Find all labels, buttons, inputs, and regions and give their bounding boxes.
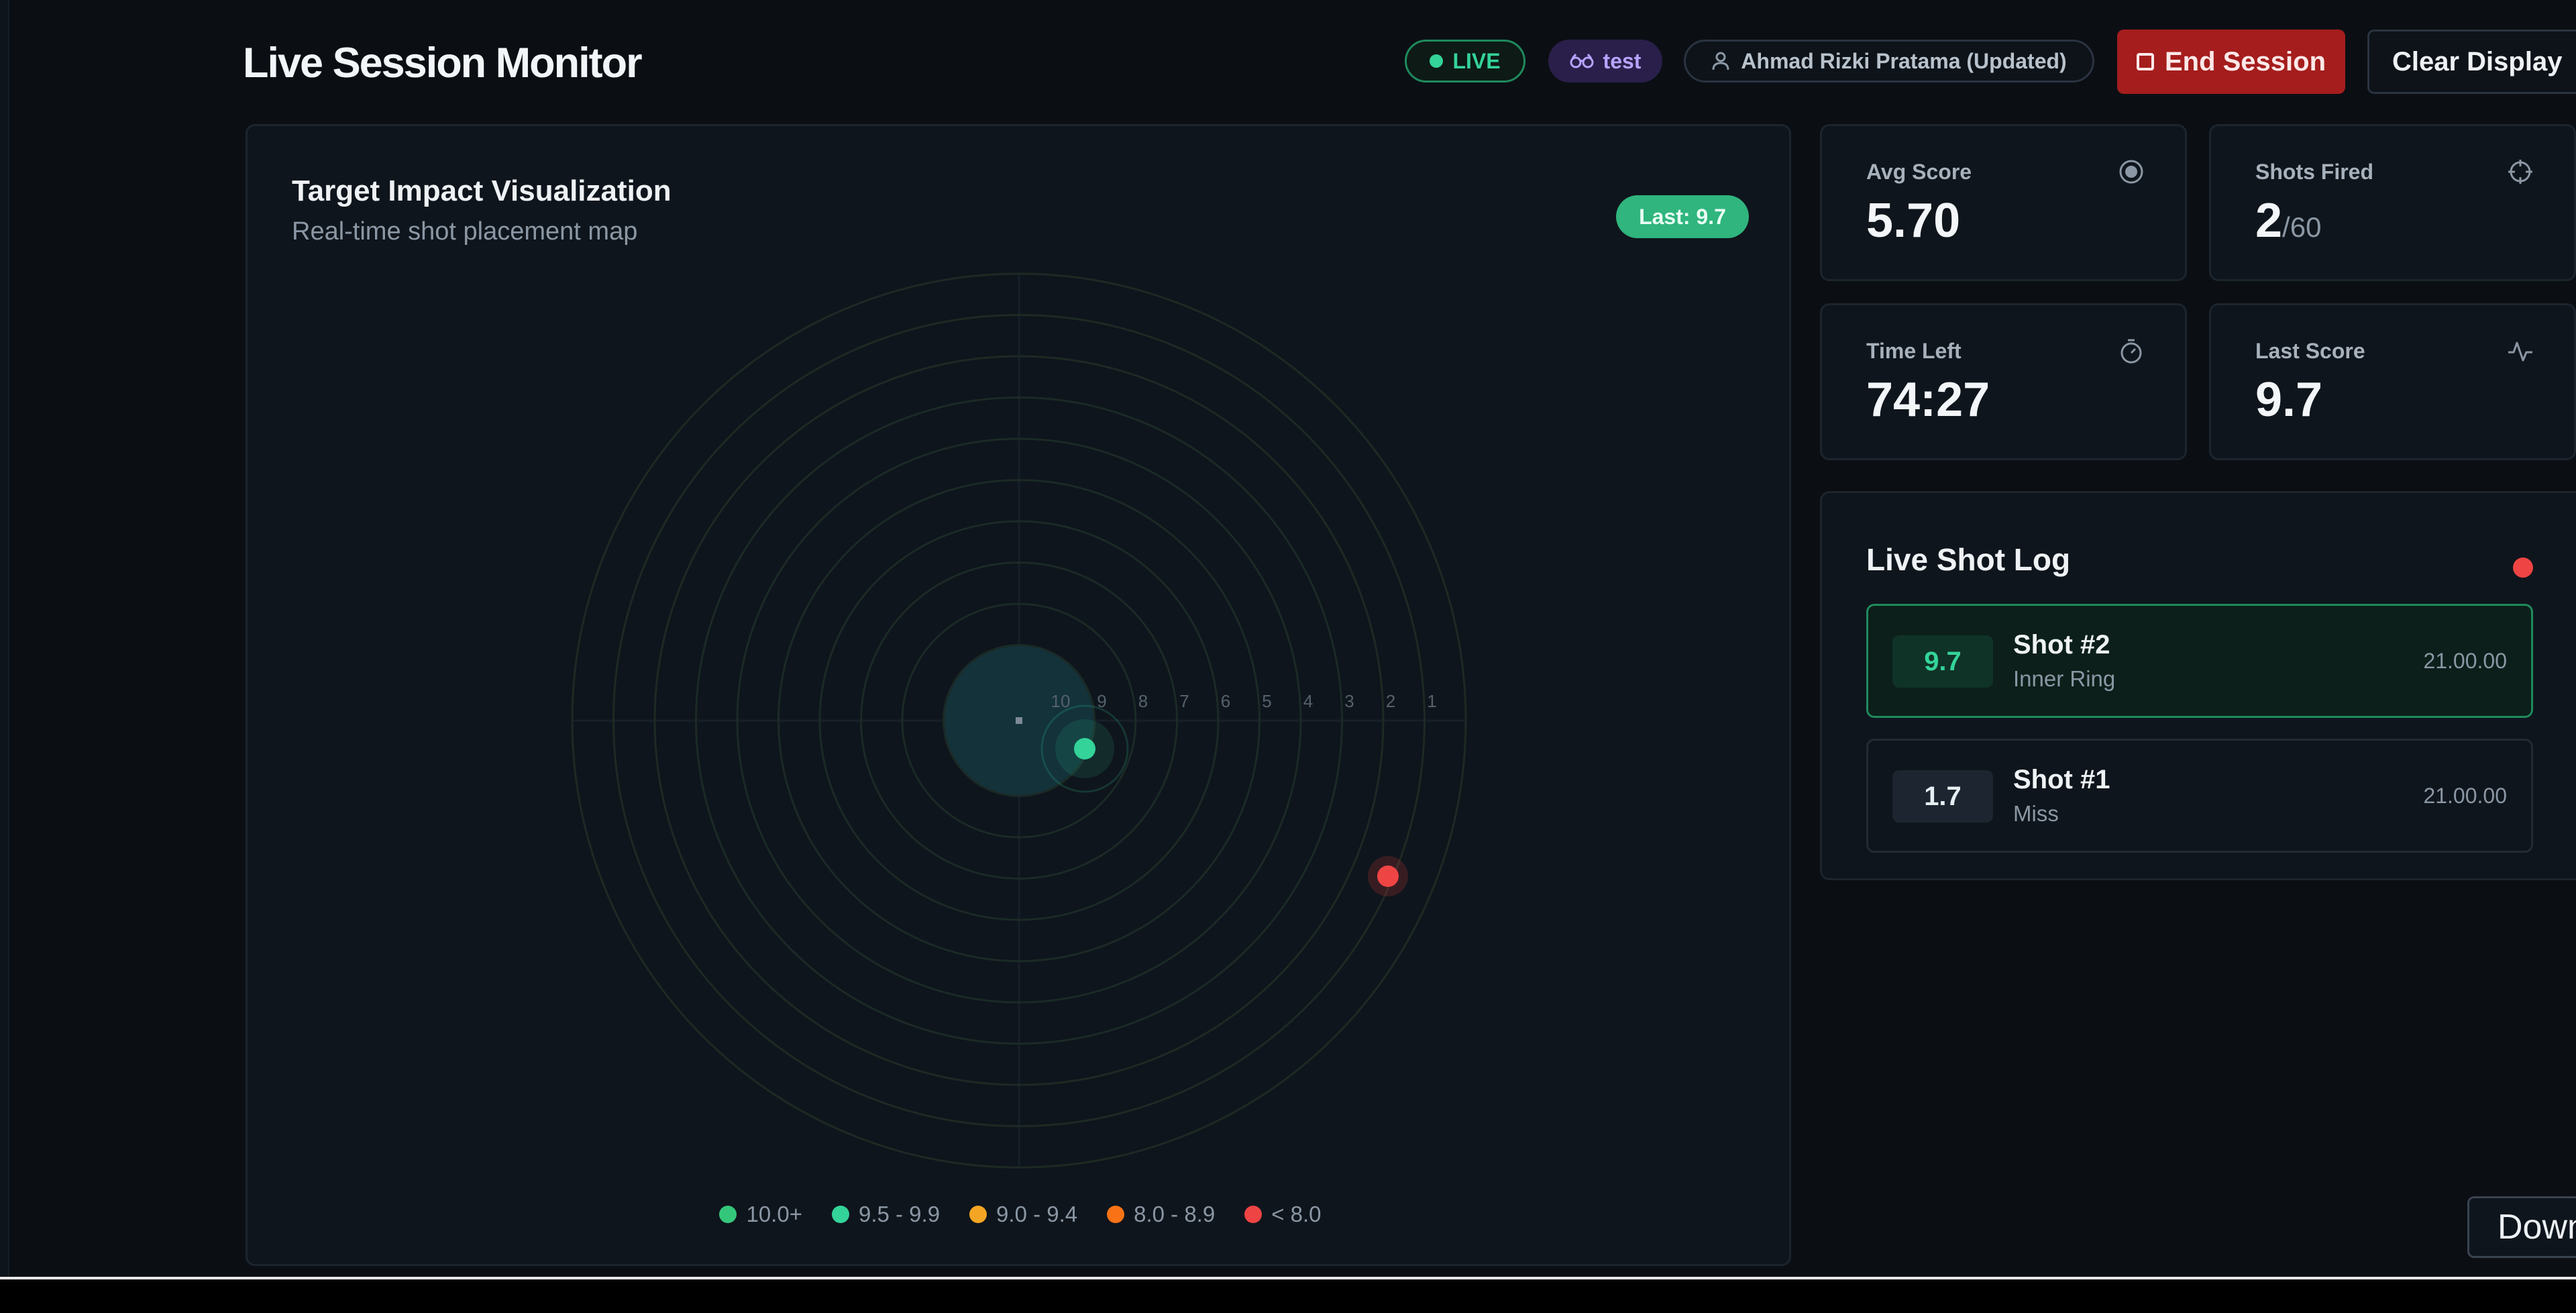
legend-label: 10.0+ xyxy=(746,1202,802,1226)
legend-swatch xyxy=(831,1206,849,1223)
legend-label: < 8.0 xyxy=(1271,1202,1322,1226)
legend-swatch xyxy=(1107,1206,1125,1223)
target-center-marker xyxy=(1016,717,1022,724)
shot-marker[interactable] xyxy=(1377,865,1399,887)
end-session-button[interactable]: End Session xyxy=(2117,30,2345,94)
shot-time: 21.00.00 xyxy=(2423,649,2507,673)
ring-label: 7 xyxy=(1179,691,1189,711)
score-legend: 10.0+ 9.5 - 9.9 9.0 - 9.4 8.0 - 8.9 < 8.0 xyxy=(248,1202,1793,1227)
stop-icon xyxy=(2136,53,2154,70)
target-visualization-card: Target Impact Visualization Real-time sh… xyxy=(246,124,1791,1266)
shots-fired-value: 2/60 xyxy=(2255,193,2321,248)
legend-item: 9.5 - 9.9 xyxy=(831,1202,941,1227)
shot-ring: Miss xyxy=(2013,801,2059,826)
download-button[interactable]: Down xyxy=(2467,1196,2576,1258)
shot-score: 1.7 xyxy=(1892,770,1993,823)
ring-label: 2 xyxy=(1386,691,1395,711)
live-label: LIVE xyxy=(1452,48,1501,73)
last-score-card: Last Score 9.7 xyxy=(2209,303,2576,460)
page-title: Live Session Monitor xyxy=(243,40,643,87)
last-score-label: Last Score xyxy=(2255,339,2365,363)
legend-label: 9.0 - 9.4 xyxy=(996,1202,1078,1226)
time-left-value: 74:27 xyxy=(1866,373,1990,427)
ring-label: 4 xyxy=(1303,691,1313,711)
ring-label: 6 xyxy=(1221,691,1230,711)
user-badge[interactable]: Ahmad Rizki Pratama (Updated) xyxy=(1684,40,2094,83)
taskbar-strip xyxy=(0,1277,2576,1313)
legend-item: 9.0 - 9.4 xyxy=(969,1202,1077,1227)
shot-log-title: Live Shot Log xyxy=(1866,542,2071,577)
live-shot-log-card: Live Shot Log 9.7 Shot #2 Inner Ring 21.… xyxy=(1820,491,2576,880)
ring-label: 5 xyxy=(1262,691,1271,711)
download-label: Down xyxy=(2498,1208,2576,1247)
stopwatch-icon xyxy=(2121,339,2142,364)
app-window: Live Session Monitor LIVE test Ahmad Riz… xyxy=(0,0,2576,1277)
target-rings xyxy=(571,272,1467,1169)
target-canvas: 10 9 8 7 6 5 4 3 2 1 xyxy=(571,272,1467,1169)
glasses-icon xyxy=(1570,54,1594,68)
avg-score-value: 5.70 xyxy=(1866,194,1961,248)
target-ring-labels: 10 9 8 7 6 5 4 3 2 1 xyxy=(1051,691,1437,711)
legend-swatch xyxy=(719,1206,737,1223)
shot-name: Shot #1 xyxy=(2013,765,2110,794)
clear-display-label: Clear Display xyxy=(2392,46,2563,76)
legend-item: < 8.0 xyxy=(1244,1202,1322,1227)
shot-name: Shot #2 xyxy=(2013,630,2110,660)
shots-fired-card: Shots Fired 2/60 xyxy=(2209,124,2576,281)
recording-indicator-icon xyxy=(2513,558,2533,578)
shot-marker[interactable] xyxy=(1074,738,1095,759)
session-tag-label: test xyxy=(1603,48,1642,73)
ring-label: 10 xyxy=(1051,691,1071,711)
time-left-card: Time Left 74:27 xyxy=(1820,303,2187,460)
time-left-label: Time Left xyxy=(1866,339,1962,363)
shots-fired-label: Shots Fired xyxy=(2255,160,2374,184)
shots-fired-total: /60 xyxy=(2282,211,2322,243)
legend-item: 8.0 - 8.9 xyxy=(1107,1202,1215,1227)
clear-display-button[interactable]: Clear Display xyxy=(2367,30,2576,94)
avg-score-card: Avg Score 5.70 xyxy=(1820,124,2187,281)
legend-swatch xyxy=(969,1206,987,1223)
target-icon xyxy=(2119,160,2143,184)
live-status-badge: LIVE xyxy=(1405,40,1525,83)
last-score-value: 9.7 xyxy=(2255,373,2323,427)
session-tag-badge: test xyxy=(1548,40,1662,83)
shot-log-item[interactable]: 9.7 Shot #2 Inner Ring 21.00.00 xyxy=(1866,604,2533,718)
ring-label: 3 xyxy=(1344,691,1354,711)
shot-log-item[interactable]: 1.7 Shot #1 Miss 21.00.00 xyxy=(1866,739,2533,853)
ring-label: 1 xyxy=(1427,691,1436,711)
shot-time: 21.00.00 xyxy=(2423,784,2507,808)
shot-ring: Inner Ring xyxy=(2013,666,2116,691)
legend-item: 10.0+ xyxy=(719,1202,802,1227)
user-icon xyxy=(1712,52,1729,70)
legend-swatch xyxy=(1244,1206,1263,1223)
activity-icon xyxy=(2508,342,2532,362)
avg-score-label: Avg Score xyxy=(1866,160,1972,184)
crosshair-icon xyxy=(2508,160,2532,184)
legend-label: 9.5 - 9.9 xyxy=(858,1202,941,1226)
end-session-label: End Session xyxy=(2164,46,2326,76)
shots-fired-count: 2 xyxy=(2255,194,2283,248)
left-sidebar-edge xyxy=(0,0,9,1277)
live-dot-icon xyxy=(1430,54,1444,68)
legend-label: 8.0 - 8.9 xyxy=(1134,1202,1216,1226)
user-name: Ahmad Rizki Pratama (Updated) xyxy=(1741,48,2067,73)
ring-label: 8 xyxy=(1138,691,1148,711)
shot-score: 9.7 xyxy=(1892,635,1993,688)
